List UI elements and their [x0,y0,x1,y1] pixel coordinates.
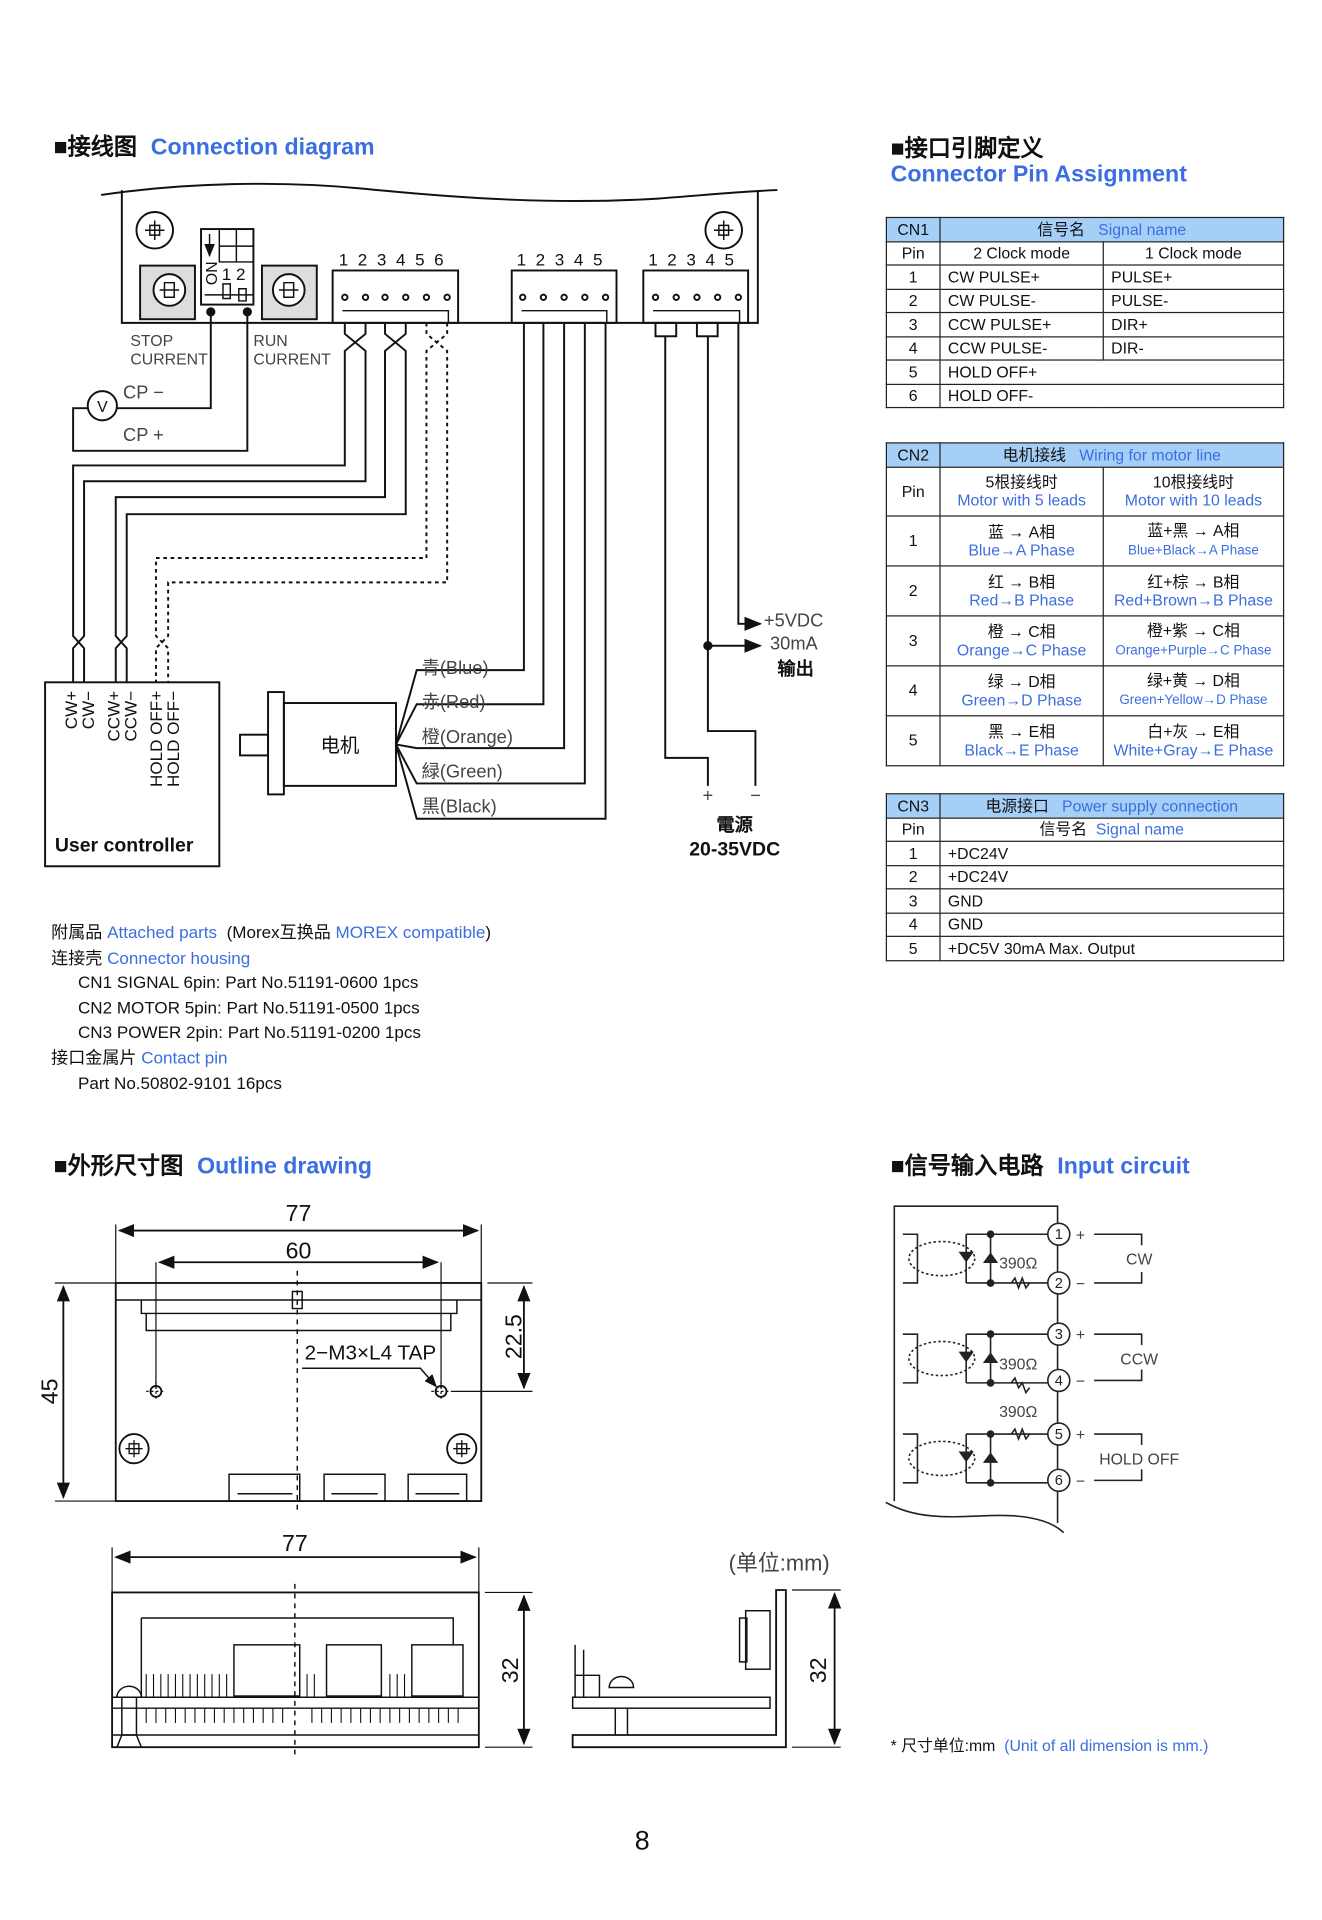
power-label: 電源 [716,814,753,835]
outline-drawing: 77 60 2−M3×L4 TAP 22.5 45 77 32 32 (单位:m… [36,1200,842,1755]
hold-off-channel [902,1426,1048,1487]
stop-current-label: STOP [130,333,173,350]
connector-outline [228,1473,468,1502]
screw-icon [135,211,174,250]
motor-label: 电机 [320,735,359,757]
plus-sign: + [1076,1227,1085,1244]
minus-sign: − [1076,1473,1085,1490]
power-wires [654,321,763,786]
minus-sign: − [1076,1374,1085,1391]
wire-label: 黒(Black) [422,796,497,817]
tap-note: 2−M3×L4 TAP [305,1342,437,1365]
resistor-labels: 390Ω 390Ω 390Ω [999,1255,1037,1421]
plus-sign: + [1076,1427,1085,1444]
stop-current-label: CURRENT [130,351,208,368]
front-view-dimensions: 77 32 [282,1530,523,1683]
terminal-number: 6 [1055,1473,1063,1489]
dimension-label: 22.5 [500,1314,526,1359]
terminal-number: 4 [1055,1373,1063,1389]
terminals [1047,1222,1071,1493]
motor-wire-labels: 青(Blue) 赤(Red) 橙(Orange) 緑(Green) 黒(Blac… [422,657,513,817]
resistor-value: 390Ω [999,1356,1037,1373]
screw-icon [118,1433,150,1465]
run-current-potentiometer[interactable] [260,264,318,321]
signal-label: CCW− [121,691,140,742]
terminal-number: 3 [1055,1327,1063,1343]
cn2-pin-numbers: 1 2 3 4 5 [517,251,605,270]
plus-sign: + [1076,1327,1085,1344]
dimension-label: 45 [36,1379,62,1405]
connection-diagram: ON 1 2 1 2 3 4 5 6 1 2 3 4 5 1 2 3 4 5 S… [44,182,823,868]
cn1-connector [331,269,460,324]
cn2-connector [510,269,618,324]
stop-current-potentiometer[interactable] [139,264,196,321]
cp-plus-label: CP + [123,424,164,445]
terminal-numbers: 1 2 3 4 5 6 [1055,1227,1063,1489]
board-break-line [100,182,778,203]
power-plus: + [703,785,714,806]
break-line [885,1501,1065,1534]
screw-icon [704,211,743,250]
output-labels: +5VDC 30mA 输出 [764,609,823,679]
screw-icon [446,1433,478,1465]
output-label: +5VDC [764,609,823,630]
motor-icon [239,691,397,796]
manual-page: ■接线图 Connection diagram ■接口引脚定义 Connecto… [0,0,1322,1920]
wire-label: 橙(Orange) [422,726,513,747]
signal-label: CW− [79,691,98,729]
polarity-labels: + − + − + − [1076,1227,1085,1490]
voltmeter-label: V [97,399,108,416]
signal-labels: CW CCW HOLD OFF [1099,1252,1179,1469]
signal-label: CW [1126,1252,1152,1269]
cp-minus-label: CP − [123,381,164,402]
run-current-label: CURRENT [253,351,331,368]
dip-on-label: ON [204,261,221,285]
dimension-label: 32 [497,1658,523,1684]
dimension-label: 60 [286,1238,312,1264]
minus-sign: − [1076,1276,1085,1293]
side-view [571,1589,842,1749]
run-current-label: RUN [253,333,287,350]
dimension-label: 32 [805,1658,831,1684]
terminal-number: 1 [1055,1227,1063,1243]
dimension-label: 77 [282,1530,308,1556]
signal-label: HOLD OFF− [164,691,183,787]
dip-numbers: 1 2 [222,265,246,284]
wire-label: 青(Blue) [422,657,489,678]
terminal-number: 2 [1055,1276,1063,1292]
resistor-value: 390Ω [999,1404,1037,1421]
power-range: 20-35VDC [689,838,780,860]
wire-label: 赤(Red) [422,691,486,712]
dimension-label: 77 [286,1200,312,1226]
output-label: 30mA [770,632,819,653]
user-controller-label: User controller [55,835,194,857]
resistor-value: 390Ω [999,1255,1037,1272]
wire-label: 緑(Green) [422,760,503,781]
signal-label: HOLD OFF [1099,1452,1179,1469]
output-label: 输出 [777,658,814,679]
top-view [54,1224,533,1511]
cn3-connector [642,269,750,324]
front-view [111,1547,533,1755]
controller-signal-labels: CW+ CW− CCW+ CCW− HOLD OFF+ HOLD OFF− [62,691,183,787]
unit-note: (单位:mm) [729,1551,830,1576]
side-view-dimensions: 32 (单位:mm) [729,1551,831,1684]
terminal-number: 5 [1055,1427,1063,1443]
drawings: ON 1 2 1 2 3 4 5 6 1 2 3 4 5 1 2 3 4 5 S… [36,182,1180,1755]
cn1-signal-wires [72,322,449,683]
signal-label: CCW [1120,1352,1158,1369]
input-circuit: 1 2 3 4 5 6 + − + − + − 390Ω 390Ω 390Ω C… [885,1205,1180,1534]
screw-icon [116,1685,143,1748]
power-minus: − [750,785,761,806]
cn3-pin-numbers: 1 2 3 4 5 [648,251,736,270]
cn1-pin-numbers: 1 2 3 4 5 6 [339,251,446,270]
